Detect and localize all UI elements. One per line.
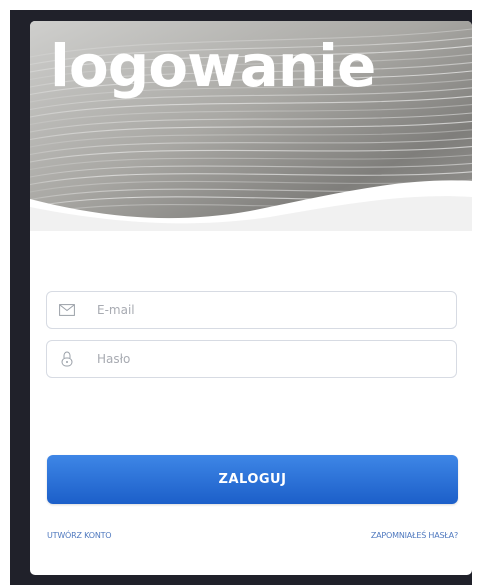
- create-account-link[interactable]: UTWÓRZ KONTO: [47, 531, 112, 540]
- forgot-password-link[interactable]: ZAPOMNIAŁEŚ HASŁA?: [371, 531, 458, 540]
- lock-icon: [57, 349, 77, 369]
- password-field[interactable]: [46, 340, 457, 378]
- envelope-icon: [57, 300, 77, 320]
- login-card: logowanie ZALOGUJ UTWÓRZ KONTO ZAPOMNIAŁ…: [30, 21, 472, 575]
- email-field[interactable]: [46, 291, 457, 329]
- password-input[interactable]: [97, 352, 437, 366]
- page-title: logowanie: [50, 32, 376, 100]
- hero-banner: logowanie: [30, 21, 472, 231]
- email-input[interactable]: [97, 303, 437, 317]
- login-button[interactable]: ZALOGUJ: [47, 455, 458, 504]
